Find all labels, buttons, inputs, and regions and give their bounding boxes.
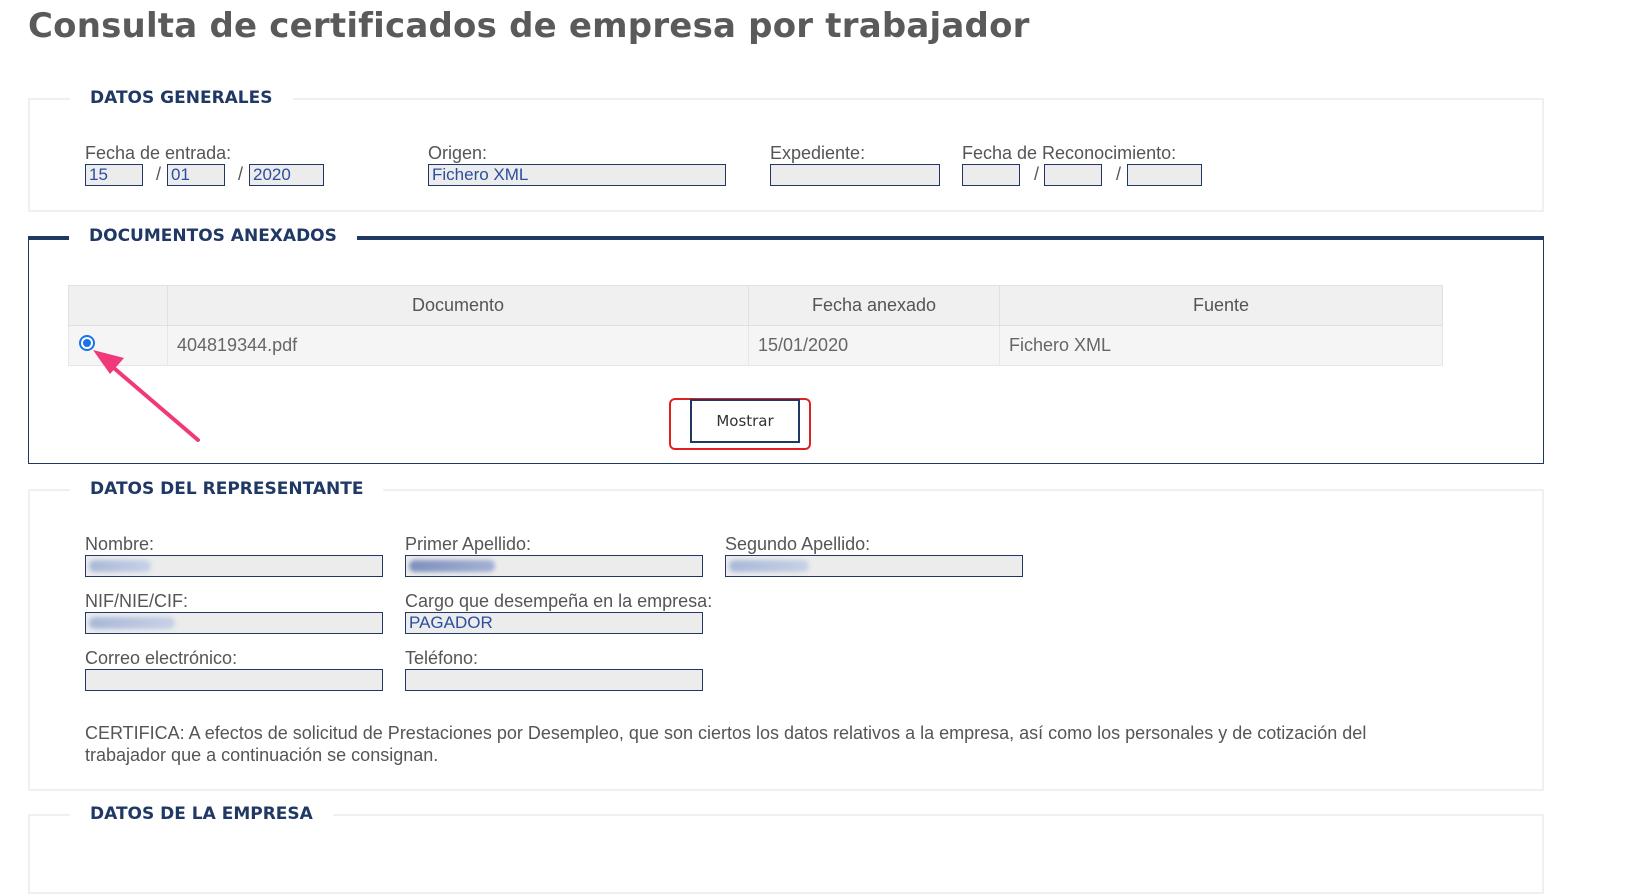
documentos-anexados-legend: DOCUMENTOS ANEXADOS bbox=[69, 224, 357, 248]
documentos-table: Documento Fecha anexado Fuente 404819344… bbox=[68, 285, 1443, 366]
fecha-entrada-label: Fecha de entrada: bbox=[85, 143, 232, 163]
primer-apellido-input[interactable] bbox=[405, 555, 703, 577]
nombre-label: Nombre: bbox=[85, 534, 155, 554]
datos-representante-legend: DATOS DEL REPRESENTANTE bbox=[70, 477, 384, 501]
date-separator: / bbox=[1034, 164, 1040, 184]
redacted-value bbox=[409, 560, 495, 572]
datos-representante-section: DATOS DEL REPRESENTANTE Nombre: Primer A… bbox=[28, 477, 1544, 791]
documento-cell: 404819344.pdf bbox=[167, 325, 749, 366]
redacted-value bbox=[729, 560, 809, 572]
telefono-label: Teléfono: bbox=[405, 648, 479, 668]
page-title: Consulta de certificados de empresa por … bbox=[28, 6, 1030, 46]
fecha-anexado-cell: 15/01/2020 bbox=[748, 325, 1000, 366]
cargo-input[interactable]: PAGADOR bbox=[405, 612, 703, 634]
origen-input[interactable]: Fichero XML bbox=[428, 164, 726, 186]
origen-label: Origen: bbox=[428, 143, 488, 163]
datos-generales-legend: DATOS GENERALES bbox=[70, 86, 293, 110]
table-header-row: Documento Fecha anexado Fuente bbox=[68, 285, 1443, 326]
fecha-reconocimiento-dia-input[interactable] bbox=[962, 164, 1020, 186]
fuente-cell: Fichero XML bbox=[999, 325, 1443, 366]
segundo-apellido-input[interactable] bbox=[725, 555, 1023, 577]
documentos-anexados-section: DOCUMENTOS ANEXADOS Documento Fecha anex… bbox=[28, 224, 1544, 464]
datos-generales-section: DATOS GENERALES Fecha de entrada: 15 / 0… bbox=[28, 86, 1544, 212]
certifica-text: CERTIFICA: A efectos de solicitud de Pre… bbox=[85, 723, 1367, 765]
row-select-cell bbox=[68, 325, 168, 366]
primer-apellido-label: Primer Apellido: bbox=[405, 534, 532, 554]
nombre-input[interactable] bbox=[85, 555, 383, 577]
datos-empresa-legend: DATOS DE LA EMPRESA bbox=[70, 802, 333, 826]
datos-empresa-section: DATOS DE LA EMPRESA bbox=[28, 802, 1544, 894]
column-header-select bbox=[68, 285, 168, 326]
date-separator: / bbox=[156, 164, 162, 184]
fecha-entrada-mes-input[interactable]: 01 bbox=[167, 164, 225, 186]
column-header-documento: Documento bbox=[167, 285, 749, 326]
nif-label: NIF/NIE/CIF: bbox=[85, 591, 188, 611]
fecha-entrada-anio-input[interactable]: 2020 bbox=[249, 164, 324, 186]
date-separator: / bbox=[1116, 164, 1122, 184]
correo-label: Correo electrónico: bbox=[85, 648, 238, 668]
fecha-reconocimiento-mes-input[interactable] bbox=[1044, 164, 1102, 186]
fecha-reconocimiento-anio-input[interactable] bbox=[1127, 164, 1202, 186]
redacted-value bbox=[89, 617, 175, 629]
correo-input[interactable] bbox=[85, 669, 383, 691]
telefono-input[interactable] bbox=[405, 669, 703, 691]
table-row[interactable]: 404819344.pdf 15/01/2020 Fichero XML bbox=[68, 325, 1443, 366]
mostrar-button[interactable]: Mostrar bbox=[690, 399, 800, 443]
nif-input[interactable] bbox=[85, 612, 383, 634]
fecha-entrada-dia-input[interactable]: 15 bbox=[85, 164, 143, 186]
expediente-input[interactable] bbox=[770, 164, 940, 186]
column-header-fecha-anexado: Fecha anexado bbox=[748, 285, 1000, 326]
redacted-value bbox=[89, 560, 151, 572]
fecha-reconocimiento-label: Fecha de Reconocimiento: bbox=[962, 143, 1177, 163]
row-radio-button[interactable] bbox=[79, 335, 95, 351]
cargo-label: Cargo que desempeña en la empresa: bbox=[405, 591, 713, 611]
column-header-fuente: Fuente bbox=[999, 285, 1443, 326]
date-separator: / bbox=[238, 164, 244, 184]
expediente-label: Expediente: bbox=[770, 143, 866, 163]
segundo-apellido-label: Segundo Apellido: bbox=[725, 534, 871, 554]
